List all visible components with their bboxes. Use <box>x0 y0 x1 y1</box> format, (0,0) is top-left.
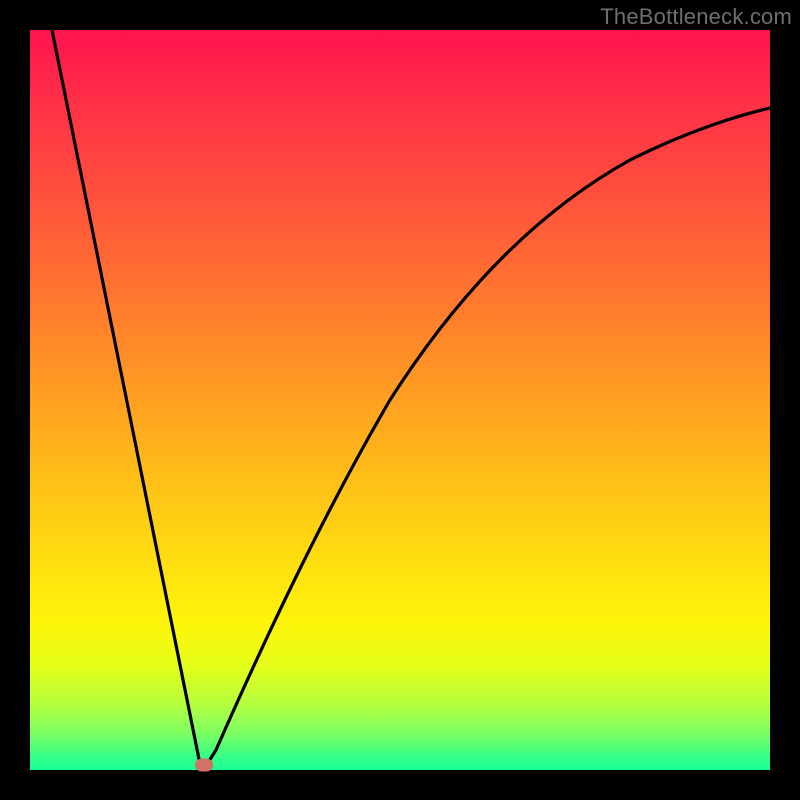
watermark-text: TheBottleneck.com <box>600 4 792 30</box>
optimal-point-marker <box>195 759 213 772</box>
plot-area <box>30 30 770 770</box>
chart-frame: TheBottleneck.com <box>0 0 800 800</box>
curve-path <box>52 30 770 766</box>
bottleneck-curve <box>30 30 770 770</box>
